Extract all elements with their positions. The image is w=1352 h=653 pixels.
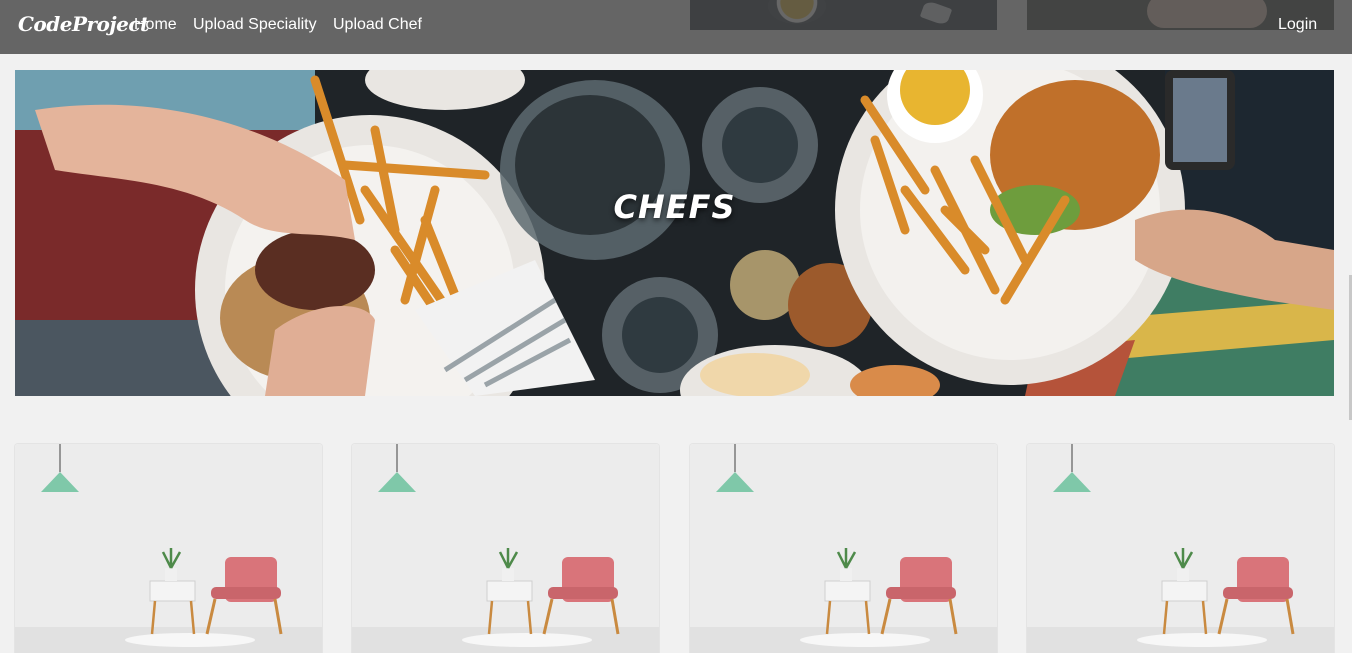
card-image <box>352 444 659 653</box>
nav-upload-speciality-link[interactable]: Upload Speciality <box>193 16 317 34</box>
card-image <box>690 444 997 653</box>
card-image <box>15 444 322 653</box>
brand-logo[interactable]: CodeProject <box>18 12 149 36</box>
hero-food-image <box>15 70 1334 396</box>
nav-home-link[interactable]: Home <box>134 16 177 34</box>
chef-card[interactable] <box>15 444 322 653</box>
navbar: CodeProject Home Upload Speciality Uploa… <box>0 0 1352 54</box>
chef-card[interactable] <box>352 444 659 653</box>
chef-card[interactable] <box>690 444 997 653</box>
hero-title: CHEFS <box>613 188 736 226</box>
card-image <box>1027 444 1334 653</box>
chef-card[interactable] <box>1027 444 1334 653</box>
nav-login-link[interactable]: Login <box>1278 16 1317 34</box>
nav-upload-chef-link[interactable]: Upload Chef <box>333 16 422 34</box>
hero-banner: CHEFS <box>15 70 1334 396</box>
